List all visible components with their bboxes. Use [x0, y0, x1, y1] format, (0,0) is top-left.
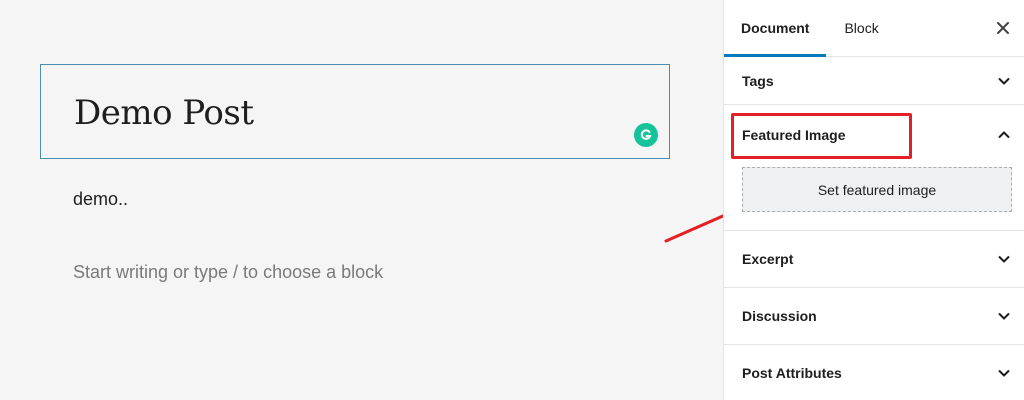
panel-tags-label: Tags	[742, 72, 774, 89]
panel-excerpt-toggle[interactable]: Excerpt	[724, 231, 1024, 287]
panel-featured-image: Featured Image Set featured image	[724, 105, 1024, 231]
tab-document[interactable]: Document	[724, 0, 827, 57]
chevron-down-icon	[998, 77, 1010, 85]
panel-tags-toggle[interactable]: Tags	[724, 57, 1024, 104]
annotation-highlight-box	[731, 113, 912, 159]
panel-discussion-toggle[interactable]: Discussion	[724, 288, 1024, 344]
sidebar-tabs: Document Block	[724, 0, 1024, 57]
editor-canvas: Demo Post demo.. Start writing or type /…	[0, 0, 723, 400]
set-featured-image-button[interactable]: Set featured image	[742, 167, 1012, 212]
close-icon[interactable]	[994, 19, 1012, 37]
panel-post-attributes: Post Attributes	[724, 345, 1024, 400]
panel-tags: Tags	[724, 57, 1024, 105]
block-placeholder[interactable]: Start writing or type / to choose a bloc…	[73, 262, 383, 283]
chevron-down-icon	[998, 369, 1010, 377]
panel-discussion: Discussion	[724, 288, 1024, 345]
settings-sidebar: Document Block Tags Featured Image Set f…	[723, 0, 1024, 400]
grammarly-icon[interactable]	[634, 123, 658, 147]
tab-block[interactable]: Block	[826, 0, 895, 56]
post-title[interactable]: Demo Post	[74, 93, 254, 133]
panel-excerpt-label: Excerpt	[742, 251, 794, 267]
chevron-up-icon	[998, 131, 1010, 139]
panel-post-attributes-toggle[interactable]: Post Attributes	[724, 345, 1024, 400]
panel-excerpt: Excerpt	[724, 231, 1024, 288]
chevron-down-icon	[998, 255, 1010, 263]
panel-discussion-label: Discussion	[742, 308, 817, 324]
chevron-down-icon	[998, 312, 1010, 320]
paragraph-block[interactable]: demo..	[73, 189, 128, 210]
post-title-block[interactable]: Demo Post	[40, 64, 670, 159]
panel-post-attributes-label: Post Attributes	[742, 365, 842, 381]
